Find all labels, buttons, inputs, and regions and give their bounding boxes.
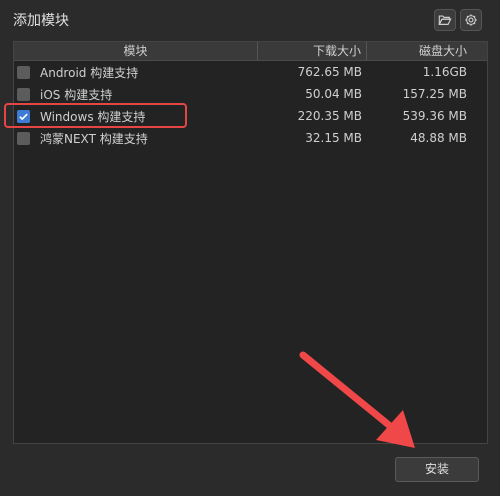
pointer-arrow-annotation bbox=[299, 351, 415, 448]
install-button[interactable]: 安装 bbox=[395, 457, 479, 482]
